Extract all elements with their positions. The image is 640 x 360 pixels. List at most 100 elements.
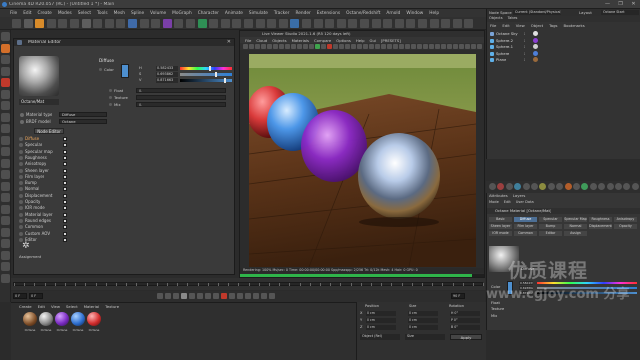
menu-render[interactable]: Render [295,11,310,16]
channel-anisotropy[interactable]: Anisotropy [19,161,69,167]
menu-arnold[interactable]: Arnold [386,11,400,16]
tab-roughness[interactable]: Roughness [589,217,612,222]
tab-takes[interactable]: Takes [508,16,518,22]
maximize-button[interactable]: ❐ [617,1,624,7]
timeline-track[interactable] [13,282,485,286]
live-viewer-tool-icon[interactable] [435,44,440,49]
live-viewer-menu-item[interactable]: [PRESETS] [381,38,401,43]
tab-basic[interactable]: Basic [489,217,512,222]
render-tool-icon[interactable] [573,183,580,190]
live-viewer-menu-item[interactable]: File [245,38,251,43]
material-type-select[interactable]: Diffuse [59,112,107,117]
material-editor-titlebar[interactable]: Material Editor ✕ [14,39,234,46]
channel-checkbox[interactable] [63,200,67,204]
toolbar-tool-icon[interactable] [35,19,45,28]
left-tool-icon[interactable] [1,239,10,248]
toolbar-tool-icon[interactable] [104,19,114,28]
tab-normal[interactable]: Normal [564,224,587,229]
toolbar-tool-icon[interactable] [58,19,68,28]
live-viewer-tool-icon[interactable] [261,44,266,49]
live-viewer-tool-icon[interactable] [351,44,356,49]
toolbar-tool-icon[interactable] [464,19,474,28]
channel-displacement[interactable]: Displacement [19,193,69,199]
toolbar-tool-icon[interactable] [418,19,427,28]
left-tool-icon[interactable] [1,78,10,87]
toolbar-tool-icon[interactable] [429,19,439,28]
live-viewer-tool-icon[interactable] [405,44,410,49]
object-manager-menu-item[interactable]: Object [531,23,543,29]
toolbar-tool-icon[interactable] [278,19,288,28]
transport-button-icon[interactable] [221,293,227,299]
live-viewer-tool-icon[interactable] [339,44,344,49]
rotation-field[interactable]: P 0° [450,318,480,323]
slider-knob[interactable] [209,66,211,71]
channel-checkbox[interactable] [63,187,67,192]
toolbar-tool-icon[interactable] [406,19,416,28]
toolbar-tool-icon[interactable] [302,19,311,28]
menu-file[interactable]: File [10,11,17,16]
channel-checkbox[interactable] [63,149,67,154]
toolbar-tool-icon[interactable] [81,19,91,28]
position-field[interactable]: 0 cm [366,311,396,316]
channel-checkbox[interactable] [63,237,67,242]
render-tool-icon[interactable] [522,183,530,190]
coordinate-mode-select[interactable]: Object (Rel) [360,334,400,340]
field-input[interactable] [136,95,226,100]
object-row[interactable]: Sphere.1 ⁞ [490,44,640,50]
live-viewer-tool-icon[interactable] [423,44,428,49]
channel-checkbox[interactable] [63,155,67,160]
object-row[interactable]: Sphere.2 ⁞ [490,37,640,44]
animation-dot-icon[interactable] [20,120,24,124]
channel-sheen-layer[interactable]: Sheen layer [19,168,69,174]
left-tool-icon[interactable] [1,66,10,76]
live-viewer-tool-icon[interactable] [471,44,476,49]
left-tool-icon[interactable] [1,43,10,53]
tab-objects[interactable]: Objects [489,16,503,22]
toolbar-tool-icon[interactable] [162,19,172,28]
slider-value-field[interactable]: 0.871663 [156,78,178,83]
render-tool-icon[interactable] [606,183,614,190]
live-viewer-tool-icon[interactable] [357,44,362,49]
slider-track[interactable] [180,66,232,71]
render-tool-icon[interactable] [556,183,564,190]
channel-specular[interactable]: Specular [19,142,69,148]
material-ball[interactable] [23,312,37,326]
menu-window[interactable]: Window [406,11,423,16]
object-name[interactable]: Sphere [496,51,509,56]
current-frame-field[interactable]: 0 F [29,293,43,299]
live-viewer-tool-icon[interactable] [327,44,332,49]
live-viewer-tool-icon[interactable] [459,44,464,49]
channel-opacity[interactable]: Opacity [19,199,69,205]
node-space-select[interactable]: Current (Standard/Physical) [513,10,561,15]
toolbar-tool-icon[interactable] [336,19,346,28]
transport-button-icon[interactable] [181,293,187,299]
tab-displacement[interactable]: Displacement [589,224,612,229]
tab-anisotropy[interactable]: Anisotropy [614,217,637,222]
channel-checkbox[interactable] [63,193,67,198]
channel-checkbox[interactable] [63,212,67,217]
live-viewer-menu-item[interactable]: Cloud [256,38,267,43]
render-tool-icon[interactable] [514,183,522,190]
object-manager-menu-item[interactable]: Edit [502,23,509,29]
render-tool-icon[interactable] [489,183,496,190]
left-tool-icon[interactable] [1,147,10,156]
render-tool-icon[interactable] [615,183,622,190]
transport-button-icon[interactable] [197,293,203,299]
render-tool-icon[interactable] [531,183,538,190]
render-tool-icon[interactable] [623,183,631,190]
coordinate-size-select[interactable]: Size [405,334,445,340]
tab-attributes[interactable]: Attributes [489,193,508,199]
live-viewer-tool-icon[interactable] [273,44,278,49]
render-tool-icon[interactable] [631,183,639,190]
object-name[interactable]: Sphere.2 [496,38,513,43]
left-tool-icon[interactable] [1,216,10,225]
tab-specular-map[interactable]: Specular Map [564,217,587,222]
visibility-flags-icon[interactable]: ⁞ [524,45,530,49]
toolbar-tool-icon[interactable] [255,19,265,28]
animation-dot-icon[interactable] [109,89,112,92]
channel-film-layer[interactable]: Film layer [19,174,69,180]
left-tool-icon[interactable] [1,89,10,99]
toolbar-tool-icon[interactable] [23,19,33,28]
material-tag-icon[interactable] [533,57,538,62]
object-row[interactable]: Sphere ⁞ [490,50,640,57]
